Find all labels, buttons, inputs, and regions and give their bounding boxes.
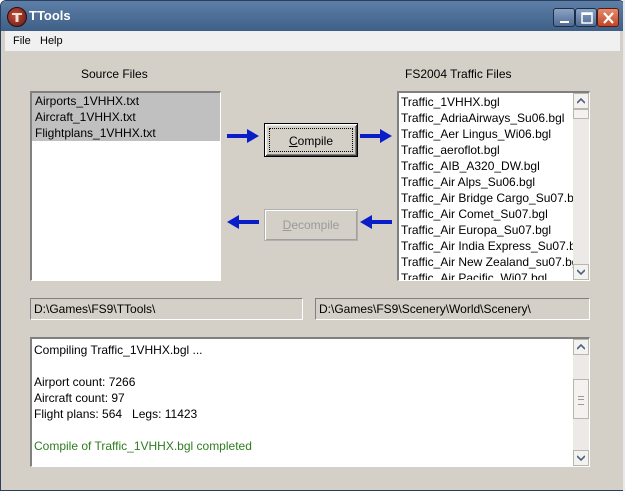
traffic-path-field: D:\Games\FS9\Scenery\World\Scenery\ bbox=[315, 298, 590, 320]
chevron-down-icon bbox=[577, 269, 585, 275]
scroll-down-button[interactable] bbox=[573, 450, 589, 466]
log-line-success: Compile of Traffic_1VHHX.bgl completed bbox=[34, 439, 252, 453]
scroll-down-button[interactable] bbox=[573, 264, 589, 280]
arrow-left-icon bbox=[360, 215, 392, 229]
source-file-item[interactable]: Aircraft_1VHHX.txt bbox=[32, 109, 220, 125]
scroll-up-button[interactable] bbox=[573, 339, 589, 355]
chevron-down-icon bbox=[577, 455, 585, 461]
main-panel: Source Files FS2004 Traffic Files Airpor… bbox=[5, 51, 620, 485]
title-bar[interactable]: TTools bbox=[1, 1, 624, 31]
chevron-up-icon bbox=[577, 344, 585, 350]
source-path-field: D:\Games\FS9\TTools\ bbox=[30, 298, 303, 320]
traffic-files-heading: FS2004 Traffic Files bbox=[405, 67, 512, 81]
arrow-left-icon bbox=[227, 215, 259, 229]
maximize-button[interactable] bbox=[575, 8, 597, 27]
minimize-button[interactable] bbox=[553, 8, 575, 27]
traffic-file-item[interactable]: Traffic_AdriaAirways_Su06.bgl bbox=[401, 110, 573, 126]
menu-file[interactable]: File bbox=[13, 35, 31, 47]
traffic-file-item[interactable]: Traffic_AIB_A320_DW.bgl bbox=[401, 158, 573, 174]
traffic-file-item[interactable]: Traffic_Air New Zealand_su07.bgl bbox=[401, 254, 573, 270]
menu-help[interactable]: Help bbox=[40, 35, 63, 47]
traffic-file-item[interactable]: Traffic_Air India Express_Su07.bgl bbox=[401, 238, 573, 254]
output-log[interactable]: Compiling Traffic_1VHHX.bgl ... Airport … bbox=[30, 337, 590, 467]
source-files-list[interactable]: Airports_1VHHX.txt Aircraft_1VHHX.txt Fl… bbox=[30, 91, 221, 281]
scroll-thumb[interactable] bbox=[573, 379, 589, 419]
scroll-thumb[interactable] bbox=[573, 109, 589, 119]
scroll-up-button[interactable] bbox=[573, 93, 589, 109]
traffic-file-item[interactable]: Traffic_Air Alps_Su06.bgl bbox=[401, 174, 573, 190]
log-line: Airport count: 7266 bbox=[34, 375, 136, 389]
compile-button[interactable]: Compile bbox=[264, 123, 358, 157]
menu-bar: File Help bbox=[5, 31, 620, 51]
app-window: TTools File Help Source Files FS2004 Tra… bbox=[0, 0, 625, 491]
traffic-list-scrollbar[interactable] bbox=[573, 93, 589, 280]
app-logo-icon bbox=[7, 7, 27, 27]
arrow-right-icon bbox=[227, 129, 259, 143]
traffic-file-item[interactable]: Traffic_Air Bridge Cargo_Su07.bgl bbox=[401, 190, 573, 206]
decompile-label-accelerator: D bbox=[282, 218, 292, 232]
decompile-label: ecompile bbox=[291, 218, 340, 232]
chevron-up-icon bbox=[577, 98, 585, 104]
source-files-heading: Source Files bbox=[81, 67, 148, 81]
traffic-file-item[interactable]: Traffic_1VHHX.bgl bbox=[401, 94, 573, 110]
grip-icon bbox=[578, 396, 584, 405]
window-title: TTools bbox=[29, 8, 71, 23]
traffic-file-item[interactable]: Traffic_Air Comet_Su07.bgl bbox=[401, 206, 573, 222]
log-scrollbar[interactable] bbox=[573, 339, 589, 466]
source-file-item[interactable]: Airports_1VHHX.txt bbox=[32, 93, 220, 109]
decompile-button[interactable]: Decompile bbox=[264, 209, 358, 241]
source-file-item[interactable]: Flightplans_1VHHX.txt bbox=[32, 125, 220, 141]
log-line: Compiling Traffic_1VHHX.bgl ... bbox=[34, 343, 203, 357]
traffic-files-list[interactable]: Traffic_1VHHX.bgl Traffic_AdriaAirways_S… bbox=[397, 91, 590, 281]
arrow-right-icon bbox=[360, 129, 392, 143]
log-line: Aircraft count: 97 bbox=[34, 391, 125, 405]
traffic-file-item[interactable]: Traffic_Air Pacific_Wi07.bgl bbox=[401, 270, 573, 280]
compile-label-accelerator: C bbox=[288, 134, 298, 148]
traffic-file-item[interactable]: Traffic_Aer Lingus_Wi06.bgl bbox=[401, 126, 573, 142]
traffic-file-item[interactable]: Traffic_aeroflot.bgl bbox=[401, 142, 573, 158]
traffic-file-item[interactable]: Traffic_Air Europa_Su07.bgl bbox=[401, 222, 573, 238]
log-line: Flight plans: 564 Legs: 11423 bbox=[34, 407, 198, 421]
close-button[interactable] bbox=[597, 8, 619, 27]
compile-label: ompile bbox=[297, 134, 334, 148]
